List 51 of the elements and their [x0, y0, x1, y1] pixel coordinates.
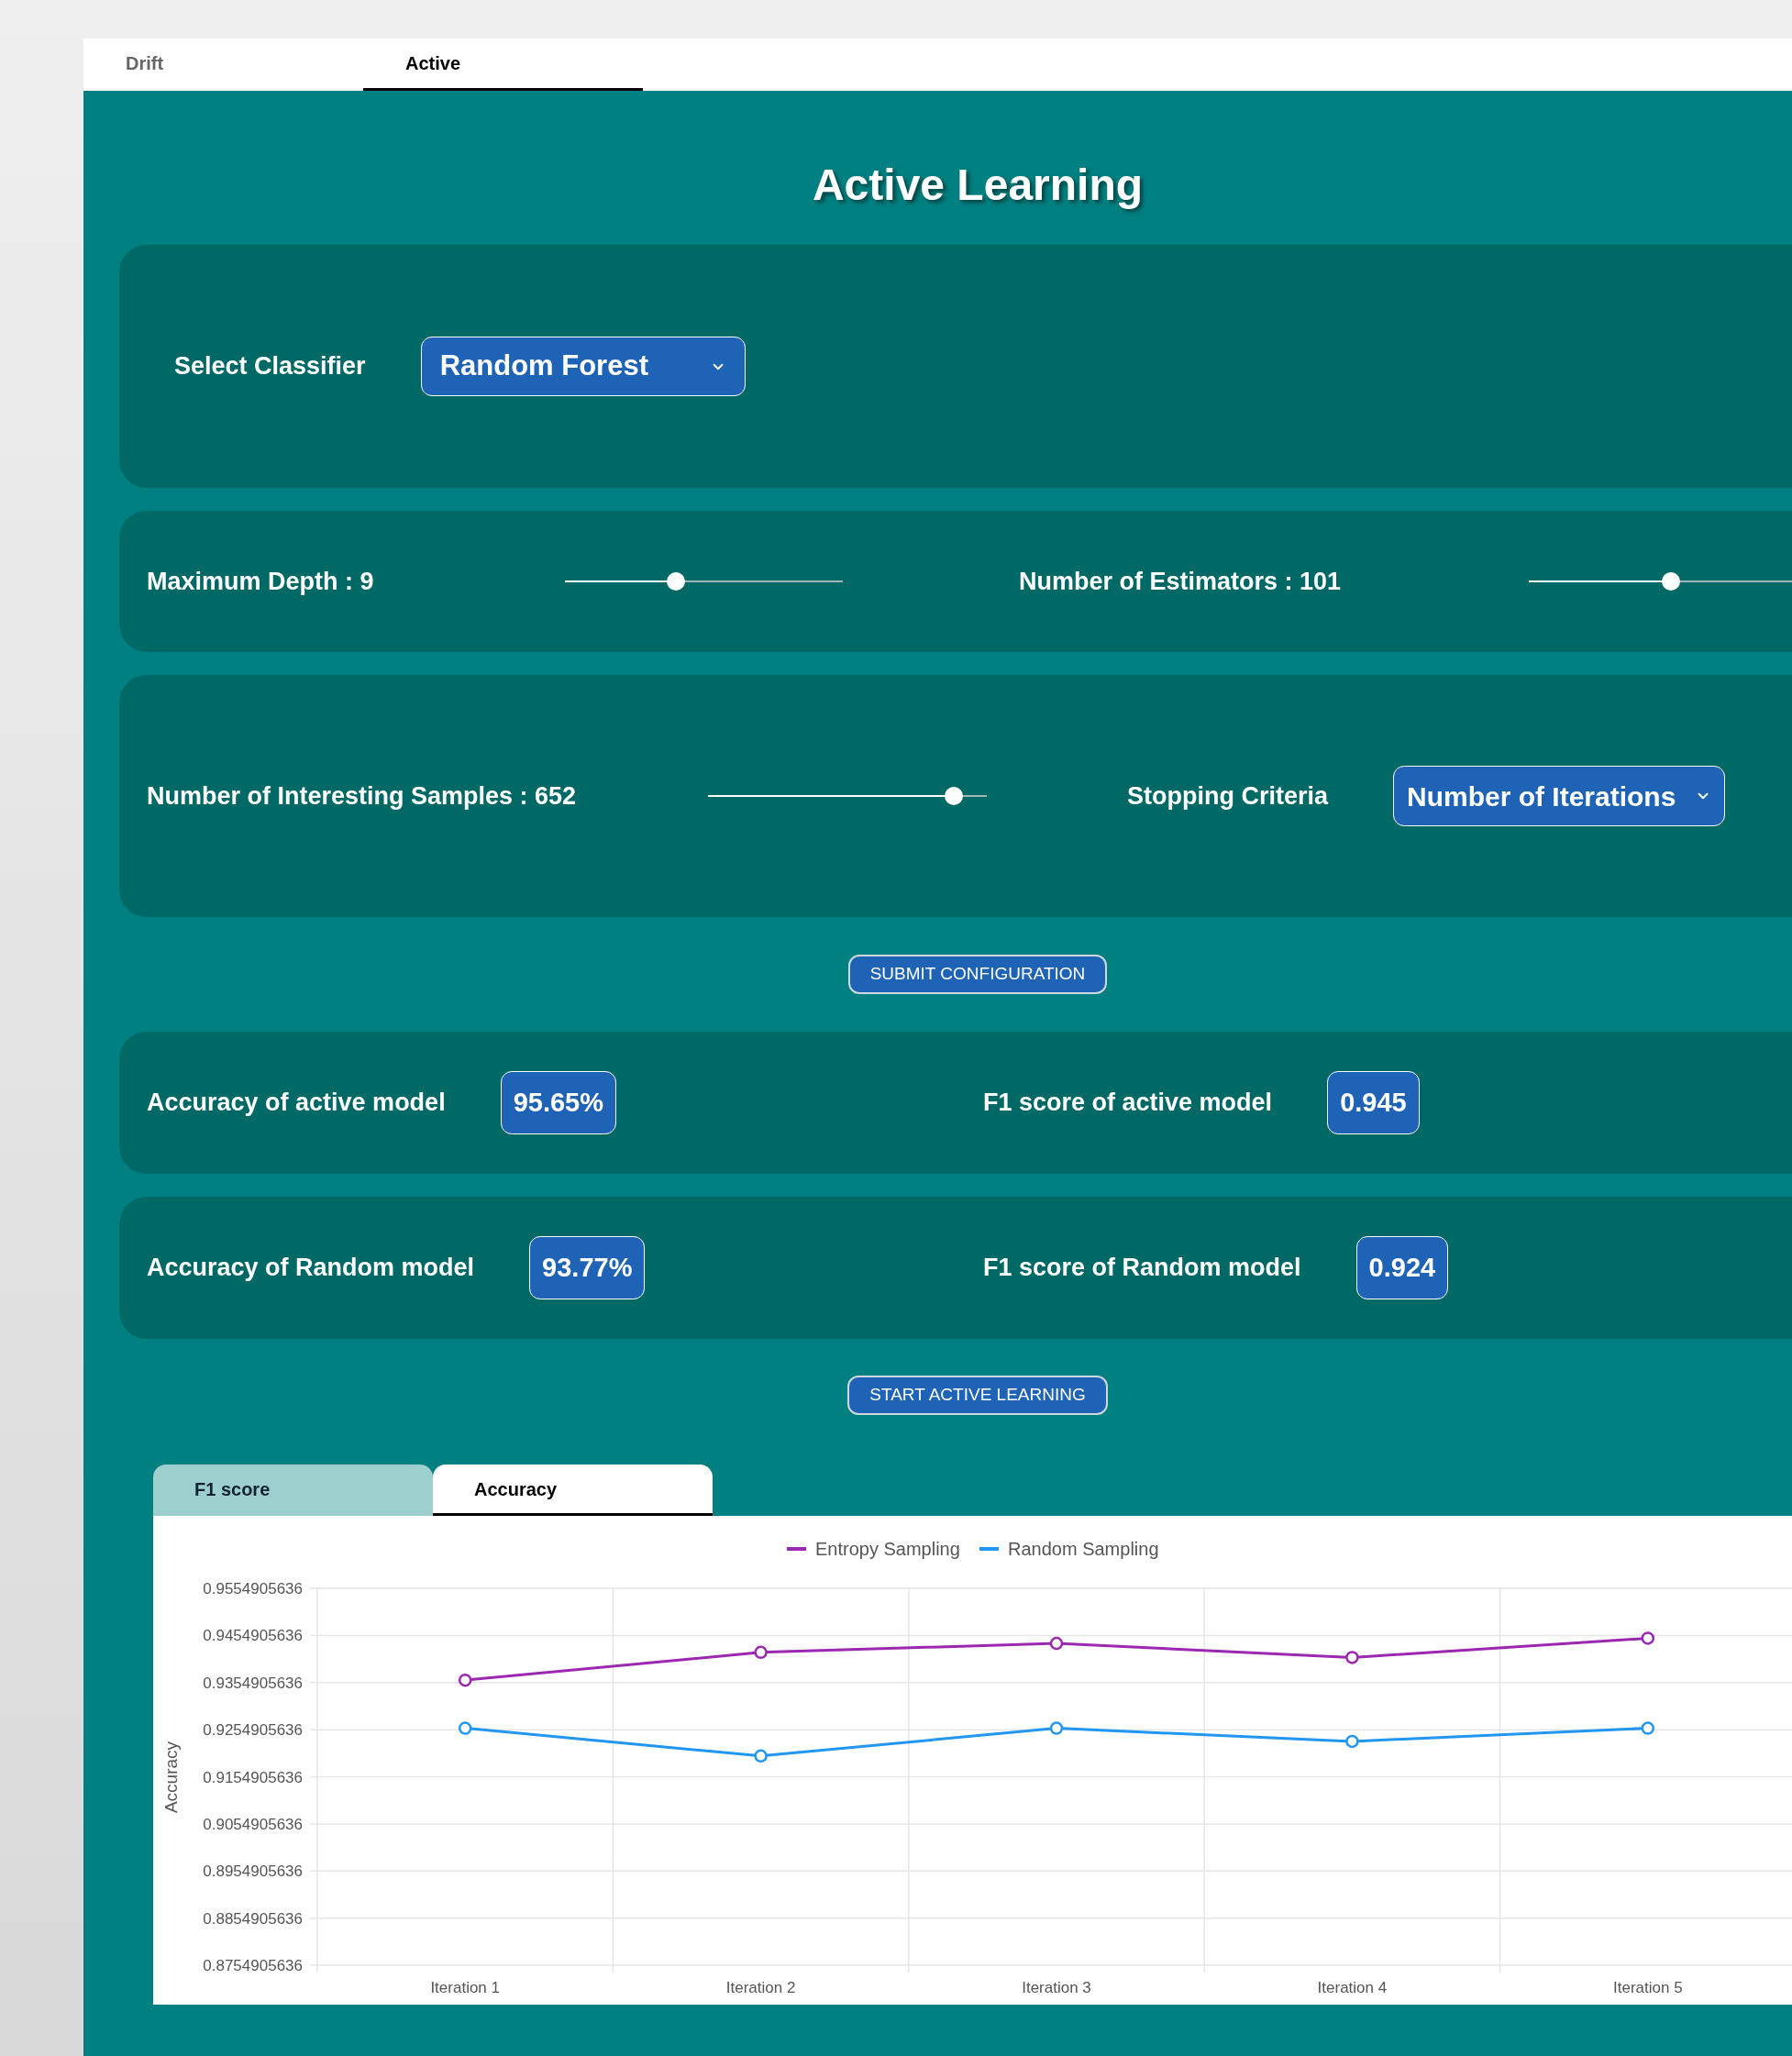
slider-label: Maximum Depth : 9 [147, 566, 375, 597]
data-point [754, 1645, 768, 1660]
legend-label: Entropy Sampling [815, 1539, 960, 1559]
slider-label: Number of Interesting Samples : 652 [147, 780, 578, 812]
y-tick-label: 0.9154905636 [203, 1768, 303, 1786]
metric-value: 0.945 [1327, 1071, 1420, 1134]
x-tick-label: Iteration 2 [725, 1979, 796, 1996]
page-title: Active Learning [811, 160, 1145, 211]
metric-label: Accuracy of active model [147, 1088, 446, 1119]
metric-value: 93.77% [529, 1236, 646, 1299]
metric-label: F1 score of Random model [983, 1253, 1301, 1284]
y-axis-title: Accuracy [161, 1741, 181, 1814]
y-tick-label: 0.9054905636 [203, 1815, 303, 1833]
chart-tab[interactable]: F1 score [153, 1465, 433, 1516]
classifier-select[interactable]: Random Forest [420, 337, 746, 396]
submit-button[interactable]: SUBMIT CONFIGURATION [847, 955, 1108, 994]
field-label: Stopping Criteria [1127, 780, 1330, 812]
x-tick-label: Iteration 5 [1613, 1979, 1683, 1996]
data-point [754, 1749, 768, 1763]
legend-label: Random Sampling [1008, 1539, 1159, 1559]
data-point [458, 1721, 472, 1735]
x-tick-label: Iteration 4 [1317, 1979, 1388, 1996]
metric-value: 95.65% [500, 1071, 616, 1134]
data-point [1049, 1636, 1064, 1651]
start-button[interactable]: START ACTIVE LEARNING [847, 1376, 1108, 1415]
y-tick-label: 0.9454905636 [203, 1627, 303, 1645]
metric-label: F1 score of active model [983, 1088, 1273, 1119]
slider-thumb[interactable] [1661, 572, 1680, 591]
field-label: Select Classifier [174, 351, 366, 382]
y-tick-label: 0.8854905636 [203, 1909, 303, 1928]
data-point [1049, 1721, 1064, 1735]
y-tick-label: 0.8954905636 [203, 1863, 303, 1881]
x-tick-label: Iteration 3 [1022, 1979, 1091, 1996]
data-point [458, 1673, 472, 1687]
data-point [1345, 1651, 1359, 1664]
slider-thumb[interactable] [667, 572, 686, 591]
x-tick-label: Iteration 1 [430, 1979, 500, 1996]
data-point [1641, 1631, 1655, 1645]
y-tick-label: 0.9554905636 [203, 1580, 303, 1597]
chart-tab[interactable]: Accuracy [433, 1465, 713, 1516]
metric-label: Accuracy of Random model [147, 1253, 475, 1284]
data-point [1345, 1734, 1359, 1749]
slider-thumb[interactable] [944, 787, 963, 805]
y-tick-label: 0.9254905636 [203, 1721, 303, 1740]
stopping-criteria-select[interactable]: Number of Iterations [1393, 766, 1725, 826]
metric-value: 0.924 [1355, 1236, 1449, 1299]
data-point [1641, 1721, 1655, 1735]
tab[interactable]: Drift [83, 39, 363, 91]
y-tick-label: 0.9354905636 [203, 1674, 303, 1692]
slider-label: Number of Estimators : 101 [1019, 566, 1343, 597]
y-tick-label: 0.8754905636 [203, 1957, 303, 1974]
